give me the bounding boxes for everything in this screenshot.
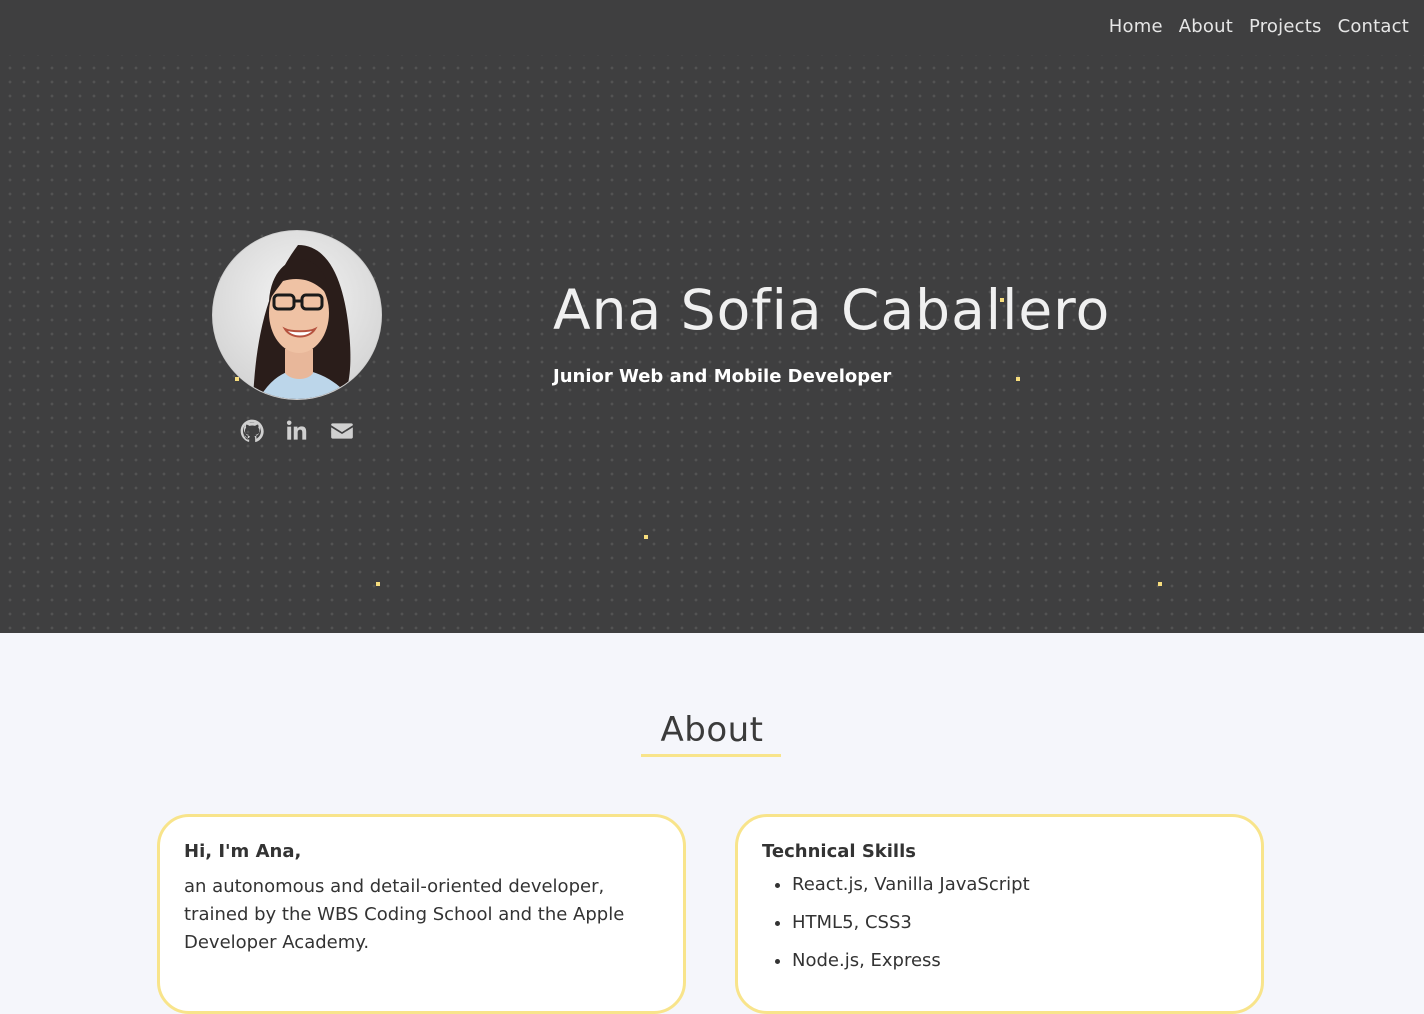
intro-card: Hi, I'm Ana, an autonomous and detail-or… xyxy=(157,814,686,1014)
skills-list-item: HTML5, CSS3 xyxy=(762,911,1237,935)
intro-card-text: an autonomous and detail-oriented develo… xyxy=(184,876,625,953)
about-heading: About xyxy=(660,710,764,750)
profile-photo xyxy=(213,231,381,399)
sparkle-dot xyxy=(1158,582,1162,586)
skills-list-item: Node.js, Express xyxy=(762,949,1237,973)
nav-home-link[interactable]: Home xyxy=(1109,14,1163,40)
github-icon[interactable] xyxy=(239,418,265,444)
linkedin-icon[interactable] xyxy=(284,418,310,444)
hero-section: Home About Projects Contact Ana Sofia Ca… xyxy=(0,0,1424,633)
skills-list-item: React.js, Vanilla JavaScript xyxy=(762,873,1237,897)
nav-contact-link[interactable]: Contact xyxy=(1338,14,1409,40)
sparkle-dot xyxy=(376,582,380,586)
sparkle-dot xyxy=(1000,298,1004,302)
profile-avatar xyxy=(212,230,382,400)
skills-card: Technical Skills React.js, Vanilla JavaS… xyxy=(735,814,1264,1014)
mail-icon[interactable] xyxy=(329,418,355,444)
sparkle-dot xyxy=(1016,377,1020,381)
about-heading-underline xyxy=(641,754,781,757)
social-links xyxy=(239,418,355,444)
skills-list: React.js, Vanilla JavaScript HTML5, CSS3… xyxy=(762,873,1237,973)
hero-role: Junior Web and Mobile Developer xyxy=(553,366,892,387)
sparkle-dot xyxy=(235,377,239,381)
skills-card-heading: Technical Skills xyxy=(762,841,916,862)
hero-name: Ana Sofia Caballero xyxy=(553,278,1111,342)
nav-about-link[interactable]: About xyxy=(1179,14,1233,40)
sparkle-dot xyxy=(644,535,648,539)
top-nav: Home About Projects Contact xyxy=(1109,14,1409,40)
intro-card-heading: Hi, I'm Ana, xyxy=(184,841,302,862)
nav-projects-link[interactable]: Projects xyxy=(1249,14,1322,40)
